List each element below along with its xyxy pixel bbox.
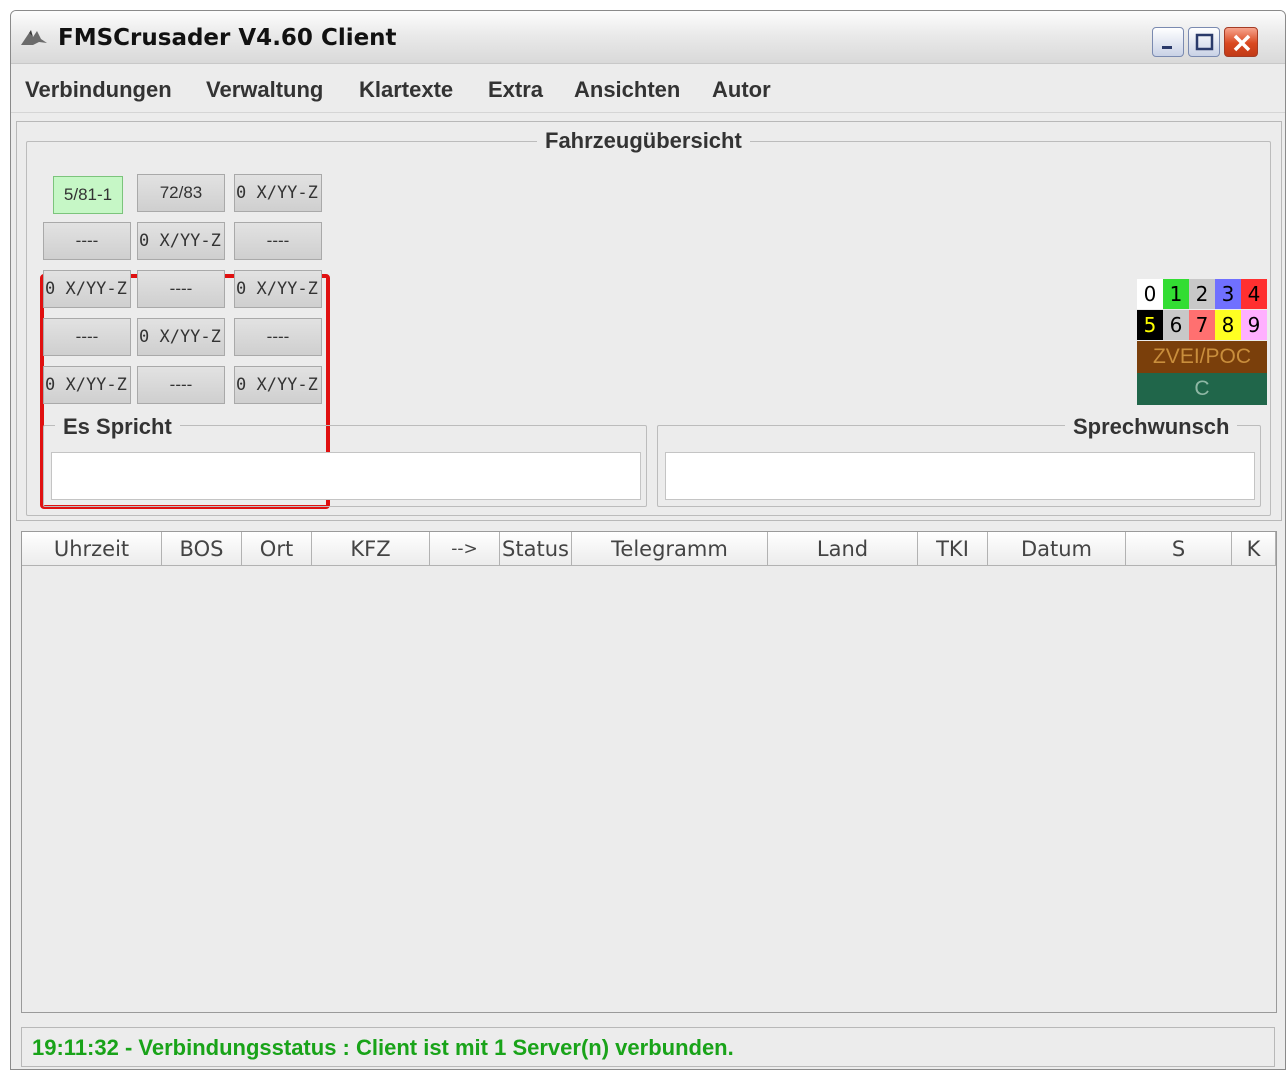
close-icon xyxy=(1233,34,1251,52)
menu-bar: Verbindungen Verwaltung Klartexte Extra … xyxy=(11,65,1285,113)
c-label: C xyxy=(1137,373,1267,405)
vehicle-button[interactable]: 0 X/YY-Z xyxy=(43,366,131,404)
column-header-ort[interactable]: Ort xyxy=(242,532,312,566)
title-bar[interactable]: FMSCrusader V4.60 Client xyxy=(11,11,1285,64)
telegram-table[interactable]: Uhrzeit BOS Ort KFZ --> Status Telegramm… xyxy=(21,531,1277,1013)
vehicle-button[interactable]: 0 X/YY-Z xyxy=(43,270,131,308)
minimize-icon xyxy=(1162,46,1172,49)
status-bar: 19:11:32 - Verbindungsstatus : Client is… xyxy=(21,1027,1275,1067)
vehicle-button[interactable]: 0 X/YY-Z xyxy=(234,270,322,308)
vehicle-button[interactable]: ---- xyxy=(234,318,322,356)
minimize-button[interactable] xyxy=(1152,27,1184,57)
column-header-direction[interactable]: --> xyxy=(430,532,500,566)
app-window: FMSCrusader V4.60 Client Verbindungen Ve… xyxy=(10,10,1286,1070)
vehicle-button[interactable]: 72/83 xyxy=(137,174,225,212)
menu-verbindungen[interactable]: Verbindungen xyxy=(25,77,172,103)
vehicle-button[interactable]: ---- xyxy=(43,318,131,356)
column-header-tki[interactable]: TKI xyxy=(918,532,988,566)
column-header-telegramm[interactable]: Telegramm xyxy=(572,532,768,566)
column-header-datum[interactable]: Datum xyxy=(988,532,1126,566)
menu-klartexte[interactable]: Klartexte xyxy=(359,77,453,103)
column-header-uhrzeit[interactable]: Uhrzeit xyxy=(22,532,162,566)
column-header-status[interactable]: Status xyxy=(500,532,572,566)
close-button[interactable] xyxy=(1224,27,1258,57)
status-legend-cell-3: 3 xyxy=(1215,279,1241,309)
status-legend-cell-4: 4 xyxy=(1241,279,1267,309)
column-header-bos[interactable]: BOS xyxy=(162,532,242,566)
connection-status-text: 19:11:32 - Verbindungsstatus : Client is… xyxy=(32,1035,734,1060)
app-icon xyxy=(21,30,47,45)
maximize-button[interactable] xyxy=(1188,27,1220,57)
vehicle-button[interactable]: 0 X/YY-Z xyxy=(137,222,225,260)
speaking-field[interactable] xyxy=(51,452,641,500)
column-header-land[interactable]: Land xyxy=(768,532,918,566)
status-legend-cell-5: 5 xyxy=(1137,310,1163,340)
vehicle-button[interactable]: 0 X/YY-Z xyxy=(137,318,225,356)
vehicle-button[interactable]: 0 X/YY-Z xyxy=(234,174,322,212)
column-header-k[interactable]: K xyxy=(1232,532,1276,566)
status-legend-cell-7: 7 xyxy=(1189,310,1215,340)
vehicle-button[interactable]: ---- xyxy=(43,222,131,260)
vehicle-button[interactable]: 5/81-1 xyxy=(53,176,123,214)
status-legend-cell-0: 0 xyxy=(1137,279,1163,309)
vehicle-button[interactable]: ---- xyxy=(234,222,322,260)
speaking-label: Es Spricht xyxy=(55,414,180,440)
menu-ansichten[interactable]: Ansichten xyxy=(574,77,680,103)
vehicle-button[interactable]: ---- xyxy=(137,270,225,308)
status-legend-cell-6: 6 xyxy=(1163,310,1189,340)
overview-title: Fahrzeugübersicht xyxy=(537,128,750,154)
menu-verwaltung[interactable]: Verwaltung xyxy=(206,77,323,103)
zvei-poc-label: ZVEI/POC xyxy=(1137,341,1267,373)
column-header-s[interactable]: S xyxy=(1126,532,1232,566)
column-header-kfz[interactable]: KFZ xyxy=(312,532,430,566)
vehicle-button[interactable]: 0 X/YY-Z xyxy=(234,366,322,404)
request-label: Sprechwunsch xyxy=(1065,414,1238,440)
vehicle-button[interactable]: ---- xyxy=(137,366,225,404)
status-legend-cell-9: 9 xyxy=(1241,310,1267,340)
maximize-icon xyxy=(1195,33,1214,51)
vehicle-overview-panel: Fahrzeugübersicht 5/81-1 72/83 0 X/YY-Z … xyxy=(16,121,1282,521)
status-legend-cell-8: 8 xyxy=(1215,310,1241,340)
menu-autor[interactable]: Autor xyxy=(712,77,771,103)
request-field[interactable] xyxy=(665,452,1255,500)
status-color-legend: 01234 56789 ZVEI/POC C xyxy=(1137,279,1267,405)
status-legend-cell-2: 2 xyxy=(1189,279,1215,309)
status-legend-cell-1: 1 xyxy=(1163,279,1189,309)
window-title: FMSCrusader V4.60 Client xyxy=(58,25,397,51)
menu-extra[interactable]: Extra xyxy=(488,77,543,103)
